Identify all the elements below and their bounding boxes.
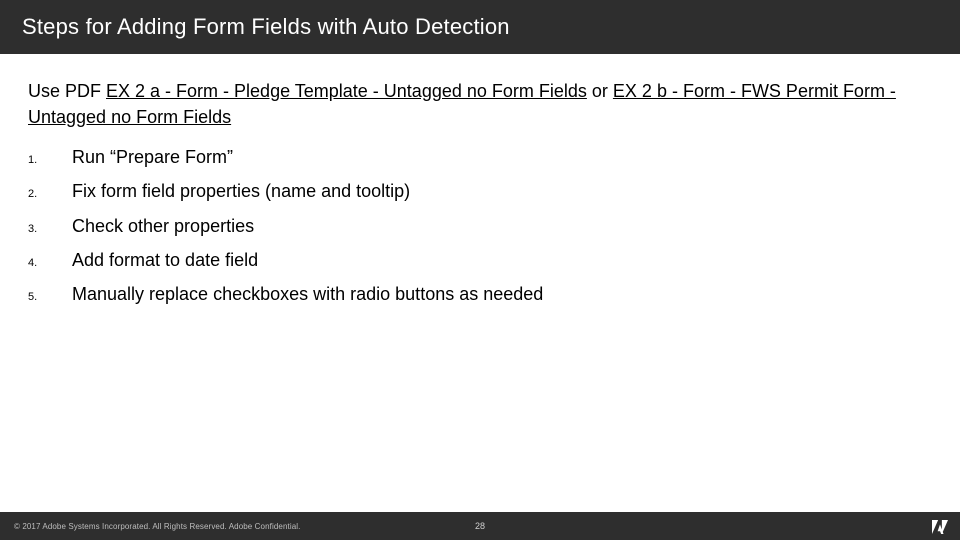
intro-mid: or — [587, 81, 613, 101]
list-item: Add format to date field — [28, 243, 932, 277]
step-text: Run “Prepare Form” — [72, 140, 233, 174]
step-text: Add format to date field — [72, 243, 258, 277]
steps-list: Run “Prepare Form” Fix form field proper… — [28, 140, 932, 311]
intro-paragraph: Use PDF EX 2 a - Form - Pledge Template … — [28, 78, 932, 130]
slide: Steps for Adding Form Fields with Auto D… — [0, 0, 960, 540]
footer-bar: © 2017 Adobe Systems Incorporated. All R… — [0, 512, 960, 540]
list-item: Manually replace checkboxes with radio b… — [28, 277, 932, 311]
link-ex2a[interactable]: EX 2 a - Form - Pledge Template - Untagg… — [106, 81, 587, 101]
list-item: Run “Prepare Form” — [28, 140, 932, 174]
adobe-logo-icon — [930, 516, 950, 536]
page-number: 28 — [475, 521, 485, 531]
step-text: Check other properties — [72, 209, 254, 243]
content-area: Use PDF EX 2 a - Form - Pledge Template … — [0, 54, 960, 311]
list-item: Check other properties — [28, 209, 932, 243]
step-text: Fix form field properties (name and tool… — [72, 174, 410, 208]
list-item: Fix form field properties (name and tool… — [28, 174, 932, 208]
copyright-text: © 2017 Adobe Systems Incorporated. All R… — [0, 522, 300, 531]
intro-prefix: Use PDF — [28, 81, 106, 101]
step-text: Manually replace checkboxes with radio b… — [72, 277, 543, 311]
title-bar: Steps for Adding Form Fields with Auto D… — [0, 0, 960, 54]
slide-title: Steps for Adding Form Fields with Auto D… — [22, 14, 510, 39]
